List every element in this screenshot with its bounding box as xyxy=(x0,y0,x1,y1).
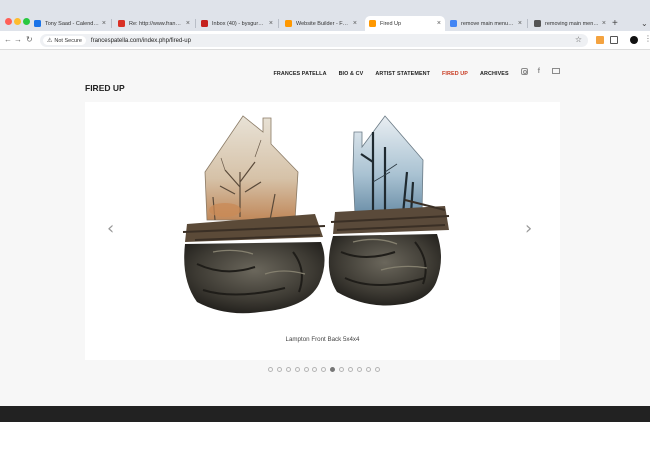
close-tab-icon[interactable]: × xyxy=(186,20,190,27)
right-sculpture xyxy=(328,115,450,306)
nav-link-archives[interactable]: ARCHIVES xyxy=(480,71,509,77)
site-footer xyxy=(0,406,650,422)
browser-tab-bar: Tony Saad - Calendar - Week×Re: http://w… xyxy=(0,0,650,31)
slide-indicator-dot[interactable] xyxy=(294,367,300,372)
close-tab-icon[interactable]: × xyxy=(102,20,106,27)
bookmark-star-icon[interactable]: ☆ xyxy=(575,35,582,44)
nav-link-artist-statement[interactable]: ARTIST STATEMENT xyxy=(375,71,430,77)
back-icon[interactable]: ← xyxy=(4,35,12,45)
main-navigation: FRANCES PATELLA BIO & CV ARTIST STATEMENT F… xyxy=(261,62,560,80)
builder-icon xyxy=(369,20,376,27)
tab-separator xyxy=(278,19,279,28)
address-toolbar: ← → ↻ ⚠ Not Secure francespatella.com/in… xyxy=(0,31,650,50)
tab-title: Re: http://www.francesp xyxy=(129,20,183,27)
slide-indicator-dot[interactable] xyxy=(356,367,362,372)
forward-icon[interactable]: → xyxy=(14,35,22,45)
tab-title: Tony Saad - Calendar - Week xyxy=(45,20,99,27)
slide-indicator-dot[interactable] xyxy=(348,367,354,372)
new-tab-button[interactable]: + xyxy=(612,16,618,31)
tab-title: remove main menu on xyxy=(461,20,515,27)
close-tab-icon[interactable]: × xyxy=(437,20,441,27)
maximize-window-button[interactable] xyxy=(23,18,30,25)
slide-indicator-dot[interactable] xyxy=(276,367,282,372)
instagram-icon[interactable] xyxy=(520,67,528,75)
slide-indicator-dot[interactable] xyxy=(303,367,309,372)
close-tab-icon[interactable]: × xyxy=(518,20,522,27)
slide-indicator-dot[interactable] xyxy=(312,367,318,372)
tab-title: removing main menu fro xyxy=(545,20,599,27)
slide-indicator-dot[interactable] xyxy=(365,367,371,372)
tab-title: Inbox (40) - bysgurus@ xyxy=(212,20,266,27)
browser-tab[interactable]: Fired Up × xyxy=(365,16,445,31)
more-menu-icon[interactable]: ⋮ xyxy=(644,34,650,44)
calendar-icon xyxy=(34,20,41,27)
close-tab-icon[interactable]: × xyxy=(269,20,273,27)
mail-icon[interactable] xyxy=(552,68,560,74)
slide-indicators xyxy=(268,367,384,372)
page-title: FIRED UP xyxy=(85,83,125,93)
slide-indicator-dot[interactable] xyxy=(321,367,327,372)
tab-separator xyxy=(195,19,196,28)
tab-search-icon[interactable]: ⌄ xyxy=(641,16,648,31)
url-text[interactable]: francespatella.com/index.php/fired-up xyxy=(91,38,191,44)
mail-icon xyxy=(201,20,208,27)
extension-icon[interactable] xyxy=(596,36,604,44)
slide-caption: Lampton Front Back 5x4x4 xyxy=(285,336,360,343)
browser-tab[interactable]: removing main menu fro × xyxy=(530,16,610,31)
slide-indicator-dot[interactable] xyxy=(330,367,336,372)
tab-title: Website Builder - Frances xyxy=(296,20,350,27)
tab-separator xyxy=(527,19,528,28)
google-icon xyxy=(450,20,457,27)
browser-tab[interactable]: remove main menu on × xyxy=(446,16,526,31)
slideshow: ‹ › Lampton Front Back 5x4x4 xyxy=(85,102,560,360)
browser-tab[interactable]: Re: http://www.francesp × xyxy=(114,16,194,31)
browser-tab[interactable]: Tony Saad - Calendar - Week× xyxy=(30,16,110,31)
warning-icon: ⚠ xyxy=(47,38,53,44)
address-bar[interactable]: ⚠ Not Secure francespatella.com/index.ph… xyxy=(40,34,588,47)
browser-tab[interactable]: Website Builder - Frances× xyxy=(281,16,361,31)
security-label: Not Secure xyxy=(54,37,82,44)
slide-indicator-dot[interactable] xyxy=(268,367,273,372)
slide-indicator-dot[interactable] xyxy=(374,367,380,372)
nav-link-bio-cv[interactable]: BIO & CV xyxy=(339,71,364,77)
reload-icon[interactable]: ↻ xyxy=(26,35,33,45)
tab-separator xyxy=(111,19,112,28)
artwork-image xyxy=(182,115,450,314)
left-sculpture xyxy=(182,115,326,314)
slide-indicator-dot[interactable] xyxy=(285,367,291,372)
nav-link-frances-patella[interactable]: FRANCES PATELLA xyxy=(273,71,326,77)
browser-tab[interactable]: Inbox (40) - bysgurus@ × xyxy=(197,16,277,31)
slide-indicator-dot[interactable] xyxy=(339,367,345,372)
window-backdrop xyxy=(0,422,650,450)
website-page: FRANCES PATELLA BIO & CV ARTIST STATEMENT F… xyxy=(0,50,650,406)
builder-icon xyxy=(285,20,292,27)
profile-avatar[interactable] xyxy=(630,36,638,44)
nav-link-fired-up[interactable]: FIRED UP xyxy=(442,71,468,77)
gmail-icon xyxy=(118,20,125,27)
extensions-puzzle-icon[interactable] xyxy=(610,36,618,44)
security-badge[interactable]: ⚠ Not Secure xyxy=(43,36,86,45)
close-window-button[interactable] xyxy=(5,18,12,25)
close-tab-icon[interactable]: × xyxy=(602,20,606,27)
minimize-window-button[interactable] xyxy=(14,18,21,25)
close-tab-icon[interactable]: × xyxy=(353,20,357,27)
tab-title: Fired Up xyxy=(380,20,402,27)
forum-icon xyxy=(534,20,541,27)
facebook-icon[interactable]: f xyxy=(538,68,540,75)
